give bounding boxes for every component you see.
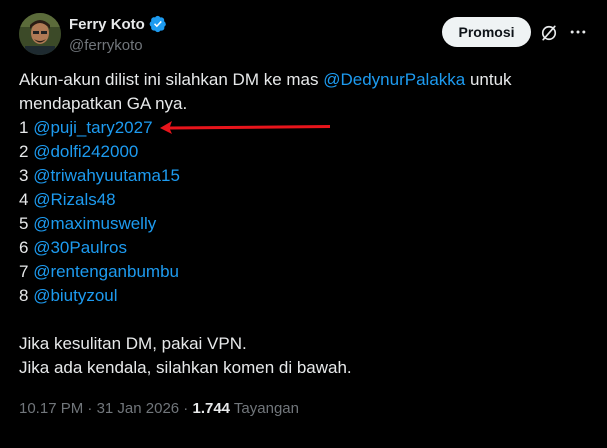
tweet-text: Akun-akun dilist ini silahkan DM ke mas … [19,68,589,380]
list-item: 7 @rentenganbumbu [19,260,589,284]
avatar[interactable] [19,13,61,55]
list-item: 8 @biutyzoul [19,284,589,308]
view-label: Tayangan [230,400,299,417]
intro-text-pre: Akun-akun dilist ini silahkan DM ke mas [19,70,324,89]
list-item: 2 @dolfi242000 [19,140,589,164]
mention-link[interactable]: @Rizals48 [33,190,115,209]
grok-icon[interactable] [539,23,559,43]
list-number: 4 [19,190,34,209]
list-item: 5 @maximuswelly [19,212,589,236]
list-number: 6 [19,238,34,257]
post-time[interactable]: 10.17 PM [19,400,83,417]
list-number: 3 [19,166,34,185]
outro-line-1: Jika kesulitan DM, pakai VPN. [19,334,247,353]
intro-line-1: Akun-akun dilist ini silahkan DM ke mas … [19,68,589,92]
mention-link[interactable]: @maximuswelly [33,214,156,233]
mention-link[interactable]: @30Paulros [33,238,127,257]
avatar-image [19,13,61,55]
tweet-meta: 10.17 PM · 31 Jan 2026 · 1.744 Tayangan [19,400,299,417]
verified-badge-icon [149,15,166,33]
author-name-row: Ferry Koto [69,15,167,33]
meta-separator: · [179,400,193,417]
list-item: 6 @30Paulros [19,236,589,260]
mention-link[interactable]: @triwahyuutama15 [33,166,180,185]
mention-link[interactable]: @DedynurPalakka [323,70,465,89]
list-number: 7 [19,262,34,281]
mention-link[interactable]: @biutyzoul [33,286,117,305]
tweet: Ferry Koto @ferrykoto Promosi Akun-akun … [0,0,607,448]
list-item: 4 @Rizals48 [19,188,589,212]
list-item: 3 @triwahyuutama15 [19,164,589,188]
view-count: 1.744 [192,400,231,417]
mention-link[interactable]: @rentenganbumbu [33,262,179,281]
intro-line-2: mendapatkan GA nya. [19,94,188,113]
mention-link[interactable]: @dolfi242000 [33,142,138,161]
author-handle[interactable]: @ferrykoto [69,37,143,54]
list-number: 8 [19,286,34,305]
mention-link[interactable]: @puji_tary2027 [33,118,152,137]
author-display-name[interactable]: Ferry Koto [69,16,145,33]
post-date[interactable]: 31 Jan 2026 [97,400,180,417]
more-icon[interactable] [568,22,588,42]
list-number: 1 [19,118,34,137]
list-number: 5 [19,214,34,233]
meta-separator: · [83,400,97,417]
promote-button[interactable]: Promosi [442,17,531,47]
list-number: 2 [19,142,34,161]
red-arrow-annotation [160,121,330,134]
outro-line-2: Jika ada kendala, silahkan komen di bawa… [19,358,352,377]
intro-text-post: untuk [465,70,512,89]
